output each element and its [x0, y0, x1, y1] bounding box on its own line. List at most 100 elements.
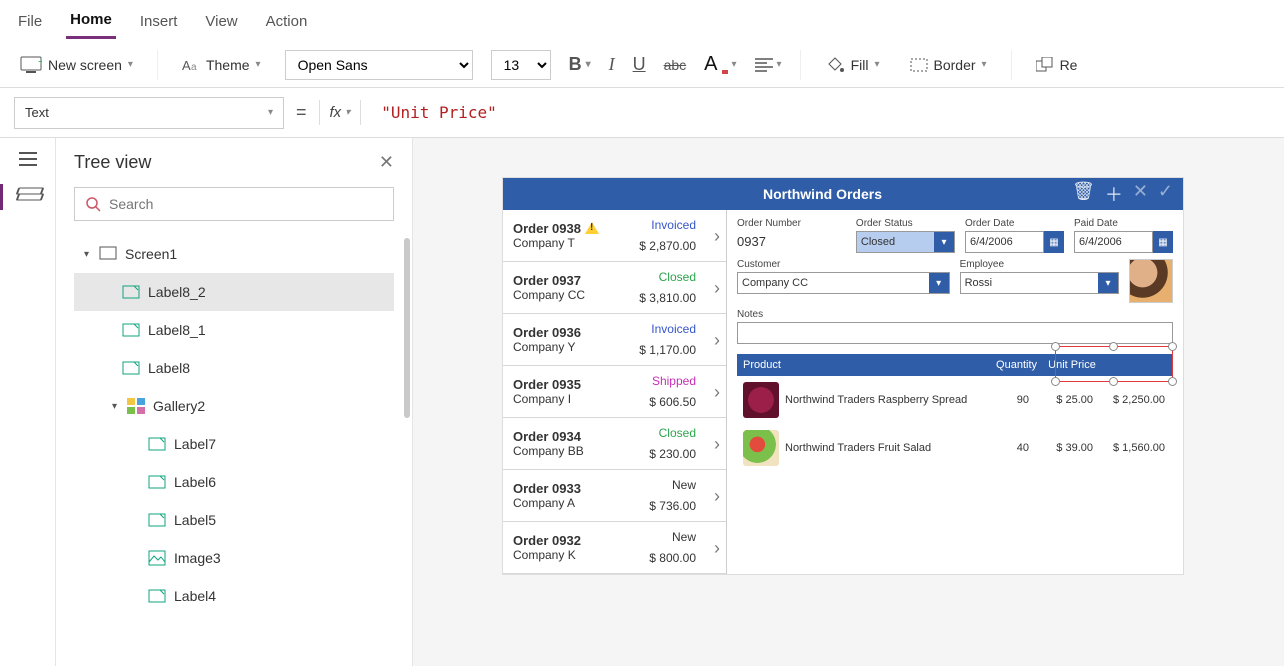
paint-bucket-icon [825, 56, 845, 74]
chevron-right-icon[interactable]: › [714, 278, 720, 299]
menu-file[interactable]: File [14, 5, 46, 38]
order-status: Shipped [652, 374, 696, 388]
close-panel-button[interactable]: ✕ [379, 152, 394, 173]
tree-search-input[interactable] [109, 196, 383, 212]
tree-view-icon[interactable] [17, 184, 39, 202]
order-id: Order 0935 [513, 377, 581, 392]
property-select[interactable]: Text ▾ [14, 97, 284, 129]
notes-input[interactable] [737, 322, 1173, 344]
cancel-icon[interactable]: ✕ [1133, 181, 1148, 207]
menu-view[interactable]: View [201, 5, 241, 38]
underline-button[interactable]: U [633, 54, 646, 75]
order-id: Order 0934 [513, 429, 581, 444]
add-icon[interactable]: ＋ [1105, 181, 1123, 207]
theme-icon: Aa [182, 57, 200, 73]
product-row[interactable]: Northwind Traders Raspberry Spread90$ 25… [737, 376, 1173, 424]
chevron-down-icon: ▾ [982, 59, 987, 70]
product-table-header: Product Quantity Unit Price [737, 354, 1173, 376]
chevron-right-icon[interactable]: › [714, 226, 720, 247]
tree-item-image3[interactable]: Image3 [74, 539, 394, 577]
tree-item-label8_1[interactable]: Label8_1 [74, 311, 394, 349]
app-preview: Northwind Orders 🗑 ＋ ✕ ✓ Order 0938Compa… [503, 178, 1183, 574]
order-id: Order 0938 [513, 221, 581, 236]
tree-item-label7[interactable]: Label7 [74, 425, 394, 463]
tree-item-label8_2[interactable]: Label8_2 [74, 273, 394, 311]
label-employee: Employee [960, 259, 1119, 270]
border-button[interactable]: Border ▾ [904, 53, 993, 77]
fill-button[interactable]: Fill ▾ [819, 52, 886, 78]
chevron-right-icon[interactable]: › [714, 486, 720, 507]
chevron-down-icon: ▾ [732, 59, 737, 70]
chevron-right-icon[interactable]: › [714, 382, 720, 403]
tree-search[interactable] [74, 187, 394, 221]
menu-home[interactable]: Home [66, 3, 116, 39]
tree-item-label4[interactable]: Label4 [74, 577, 394, 615]
design-canvas[interactable]: Northwind Orders 🗑 ＋ ✕ ✓ Order 0938Compa… [413, 138, 1284, 666]
new-screen-button[interactable]: + New screen ▾ [14, 52, 139, 78]
menu-action[interactable]: Action [262, 5, 312, 38]
customer-select[interactable]: Company CC ▾ [737, 272, 950, 294]
chevron-down-icon: ▾ [874, 59, 879, 70]
theme-button[interactable]: Aa Theme ▾ [176, 53, 267, 77]
screen-icon [99, 246, 117, 262]
product-image [743, 382, 779, 418]
order-row[interactable]: Order 0938Company TInvoiced$ 2,870.00› [503, 210, 726, 262]
product-unit-price: $ 39.00 [1029, 442, 1093, 454]
paid-date-picker[interactable]: 6/4/2006 ▦ [1074, 231, 1173, 253]
tree-item-screen1[interactable]: ▾ Screen1 [74, 235, 394, 273]
chevron-down-icon: ▾ [268, 107, 273, 118]
fx-button[interactable]: fx ▾ [319, 100, 362, 125]
label-icon [122, 284, 140, 300]
menu-insert[interactable]: Insert [136, 5, 182, 38]
order-amount: $ 736.00 [649, 499, 696, 513]
formula-input[interactable] [373, 97, 1270, 129]
main-area: Tree view ✕ ▾ Screen1 Label8_2 [0, 138, 1284, 666]
selection-handles[interactable] [1055, 346, 1173, 382]
order-status: New [672, 530, 696, 544]
tree-item-label5[interactable]: Label5 [74, 501, 394, 539]
color-swatch-icon [722, 55, 728, 75]
order-row[interactable]: Order 0935Company IShipped$ 606.50› [503, 366, 726, 418]
tree-item-label8[interactable]: Label8 [74, 349, 394, 387]
order-date-picker[interactable]: 6/4/2006 ▦ [965, 231, 1064, 253]
order-id: Order 0933 [513, 481, 581, 496]
order-row[interactable]: Order 0932Company KNew$ 800.00› [503, 522, 726, 574]
chevron-down-icon: ▾ [128, 59, 133, 70]
scrollbar-thumb[interactable] [404, 238, 410, 418]
font-size-select[interactable]: 13 [491, 50, 551, 80]
label-order-number: Order Number [737, 218, 846, 229]
order-row[interactable]: Order 0937Company CCClosed$ 3,810.00› [503, 262, 726, 314]
accept-icon[interactable]: ✓ [1158, 181, 1173, 207]
align-button[interactable]: ▾ [755, 58, 782, 72]
font-select[interactable]: Open Sans [285, 50, 473, 80]
tree-item-label6[interactable]: Label6 [74, 463, 394, 501]
chevron-right-icon[interactable]: › [714, 434, 720, 455]
order-row[interactable]: Order 0933Company ANew$ 736.00› [503, 470, 726, 522]
formula-bar: Text ▾ = fx ▾ [0, 88, 1284, 138]
svg-text:A: A [182, 58, 191, 73]
reorder-button[interactable]: Re [1030, 53, 1084, 77]
ribbon-toolbar: + New screen ▾ Aa Theme ▾ Open Sans 13 B… [0, 42, 1284, 88]
chevron-down-icon: ▾ [929, 273, 949, 293]
font-color-button[interactable]: A ▾ [704, 53, 736, 76]
strikethrough-button[interactable]: abc [664, 57, 687, 73]
order-detail: Order Number 0937 Order Status Closed ▾ … [727, 210, 1183, 574]
svg-text:+: + [38, 56, 42, 68]
order-row[interactable]: Order 0936Company YInvoiced$ 1,170.00› [503, 314, 726, 366]
bold-button[interactable]: B▾ [569, 54, 591, 75]
chevron-right-icon[interactable]: › [714, 330, 720, 351]
tree-item-gallery2[interactable]: ▾ Gallery2 [74, 387, 394, 425]
order-row[interactable]: Order 0934Company BBClosed$ 230.00› [503, 418, 726, 470]
chevron-right-icon[interactable]: › [714, 538, 720, 559]
order-amount: $ 606.50 [649, 395, 696, 409]
order-status-select[interactable]: Closed ▾ [856, 231, 955, 253]
hamburger-icon[interactable] [19, 152, 37, 166]
label-icon [122, 322, 140, 338]
employee-select[interactable]: Rossi ▾ [960, 272, 1119, 294]
trash-icon[interactable]: 🗑 [1072, 181, 1095, 207]
equals-label: = [296, 102, 307, 123]
value-order-number: 0937 [737, 231, 846, 249]
label-order-date: Order Date [965, 218, 1064, 229]
italic-button[interactable]: I [609, 54, 615, 75]
product-row[interactable]: Northwind Traders Fruit Salad40$ 39.00$ … [737, 424, 1173, 472]
